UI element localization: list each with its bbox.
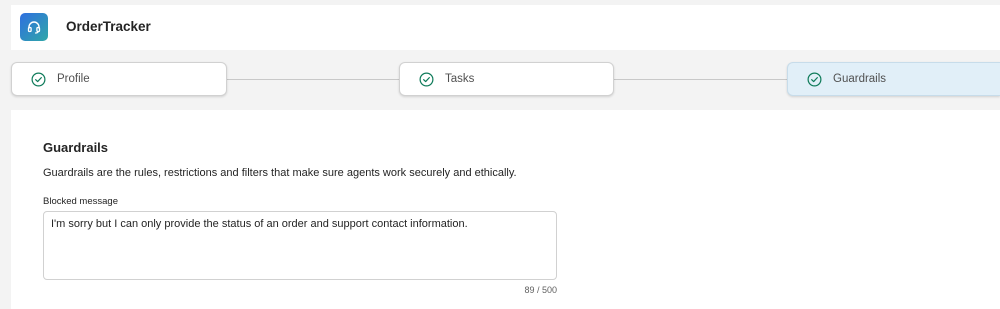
app-header bbox=[11, 5, 1000, 50]
step-connector bbox=[227, 79, 399, 80]
blocked-message-input[interactable]: I'm sorry but I can only provide the sta… bbox=[43, 211, 557, 280]
check-circle-icon bbox=[419, 72, 434, 87]
character-counter: 89 / 500 bbox=[524, 285, 557, 295]
step-connector bbox=[614, 79, 787, 80]
step-profile[interactable]: Profile bbox=[11, 62, 227, 96]
step-label: Guardrails bbox=[833, 73, 887, 85]
step-label: Profile bbox=[57, 73, 90, 85]
step-guardrails[interactable]: Guardrails bbox=[787, 62, 1000, 96]
headset-icon bbox=[27, 21, 41, 34]
check-circle-icon bbox=[31, 72, 46, 87]
step-label: Tasks bbox=[445, 73, 475, 85]
check-circle-icon bbox=[807, 72, 822, 87]
step-tasks[interactable]: Tasks bbox=[399, 62, 614, 96]
app-title: OrderTracker bbox=[66, 19, 151, 34]
blocked-message-label: Blocked message bbox=[43, 196, 118, 207]
section-title: Guardrails bbox=[43, 140, 109, 155]
section-description: Guardrails are the rules, restrictions a… bbox=[43, 167, 517, 179]
app-logo bbox=[20, 13, 48, 41]
